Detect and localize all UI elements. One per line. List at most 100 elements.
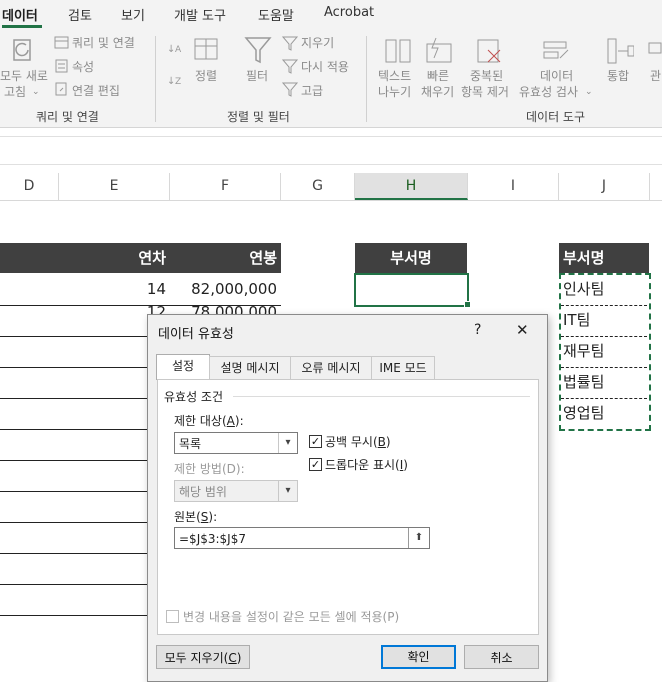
ignore-blank-label: 공백 무시(B) [325, 435, 391, 449]
close-icon[interactable]: ✕ [516, 321, 529, 339]
row-border [0, 615, 150, 616]
selected-cell-h3[interactable] [354, 273, 469, 307]
column-header-d[interactable]: D [0, 173, 59, 200]
row-border [0, 429, 150, 430]
data-validation-label1: 데이터 [540, 69, 574, 83]
row-border [0, 336, 150, 337]
consolidate-button[interactable]: 통합 [607, 68, 629, 84]
refresh-all-icon [13, 39, 31, 61]
row-border [0, 584, 150, 585]
cancel-button[interactable]: 취소 [464, 645, 539, 669]
column-header-e[interactable]: E [59, 173, 170, 200]
row-border [0, 522, 150, 523]
text-to-columns-icon [385, 39, 411, 63]
tab-error-alert[interactable]: 오류 메시지 [290, 356, 372, 379]
filter-icon [244, 37, 272, 64]
reapply-label: 다시 적용 [301, 60, 349, 74]
tab-acrobat[interactable]: Acrobat [324, 5, 374, 20]
data-method-value: 해당 범위 [179, 485, 227, 499]
column-header-f[interactable]: F [170, 173, 281, 200]
relationships-button[interactable]: 관 [650, 68, 661, 84]
row-border [0, 491, 150, 492]
tab-view[interactable]: 보기 [121, 5, 145, 24]
advanced-filter-label: 고급 [301, 84, 324, 98]
data-method-select: 해당 범위 ▾ [174, 480, 298, 502]
relationships-icon [648, 42, 662, 54]
edit-links-icon [55, 82, 67, 96]
row-border [0, 553, 150, 554]
remove-duplicates-label2: 항목 제거 [461, 85, 509, 99]
chevron-down-icon: ▾ [278, 433, 297, 453]
ok-button[interactable]: 확인 [381, 645, 456, 669]
tab-developer[interactable]: 개발 도구 [174, 5, 226, 24]
flash-fill-label2: 채우기 [421, 85, 455, 99]
column-header-i[interactable]: I [468, 173, 559, 200]
ignore-blank-checkbox[interactable]: ✓ [309, 435, 322, 448]
cell-salary-row1[interactable]: 82,000,000 [170, 274, 277, 305]
properties-icon [55, 59, 68, 73]
table-header-row: 연차 연봉 [0, 243, 281, 273]
dept-list-item[interactable]: 영업팀 [563, 398, 604, 429]
header-salary: 연봉 [249, 249, 277, 267]
column-header-h[interactable]: H [355, 173, 468, 200]
formula-bar[interactable] [0, 136, 662, 165]
data-validation-label2: 유효성 검사 [519, 85, 579, 99]
fill-handle[interactable] [464, 301, 471, 308]
dept-list-item[interactable]: 재무팀 [563, 336, 604, 367]
tab-settings[interactable]: 설정 [156, 354, 210, 380]
dept-list-item[interactable]: 법률팀 [563, 367, 604, 398]
remove-duplicates-label1: 중복된 [470, 69, 504, 83]
source-input[interactable]: =$J$3:$J$7 ⬆ [174, 527, 430, 549]
group-title-sort-filter: 정렬 및 필터 [227, 110, 290, 124]
chevron-down-icon: ⌄ [585, 87, 593, 97]
row-border [561, 398, 647, 399]
tab-data[interactable]: 데이터 [2, 5, 38, 24]
edit-links-label: 연결 편집 [72, 84, 120, 98]
filter-button[interactable]: 필터 [246, 68, 268, 84]
queries-icon [54, 36, 69, 49]
tab-help[interactable]: 도움말 [258, 5, 294, 24]
apply-all-checkbox [166, 610, 179, 623]
cell-year-row1[interactable]: 14 [0, 274, 166, 305]
header-year: 연차 [138, 249, 166, 267]
sort-icon[interactable] [193, 37, 221, 63]
text-to-columns-label2: 나누기 [378, 85, 412, 99]
chevron-down-icon: ⌄ [32, 87, 40, 97]
help-icon[interactable]: ? [474, 322, 481, 338]
queries-connections-label: 쿼리 및 연결 [72, 36, 135, 50]
dropdown-checkbox[interactable]: ✓ [309, 458, 322, 471]
dept-list-item[interactable]: 인사팀 [563, 274, 604, 305]
allow-value: 목록 [179, 437, 202, 451]
source-label: 원본(S): [174, 510, 218, 524]
row-border [561, 305, 647, 306]
group-title-queries: 쿼리 및 연결 [36, 110, 99, 124]
row-border [561, 336, 647, 337]
section-divider [233, 396, 530, 397]
collapse-dialog-icon[interactable]: ⬆ [408, 528, 429, 548]
group-separator [366, 36, 367, 122]
allow-select[interactable]: 목록 ▾ [174, 432, 298, 454]
consolidate-icon [607, 38, 634, 64]
tab-ime-mode[interactable]: IME 모드 [371, 356, 435, 379]
apply-all-label: 변경 내용을 설정이 같은 모든 셀에 적용(P) [183, 610, 400, 624]
tab-input-message[interactable]: 설명 메시지 [209, 356, 291, 379]
sort-label[interactable]: 정렬 [195, 68, 217, 84]
validation-criteria-heading: 유효성 조건 [164, 390, 224, 404]
dept-list-item[interactable]: IT팀 [563, 305, 590, 336]
source-value: =$J$3:$J$7 [179, 532, 246, 546]
remove-duplicates-icon [477, 39, 501, 63]
clear-all-button[interactable]: 모두 지우기(C) [156, 645, 250, 669]
tab-review[interactable]: 검토 [68, 5, 92, 24]
flash-fill-label1: 빠른 [427, 69, 450, 83]
advanced-filter-icon [282, 82, 299, 97]
settings-panel: 유효성 조건 제한 대상(A): 목록 ▾ ✓ 공백 무시(B) ✓ 드롭다운 … [157, 379, 539, 635]
row-border [0, 305, 281, 306]
svg-text:A: A [175, 45, 182, 55]
column-header-j[interactable]: J [559, 173, 650, 200]
refresh-all-label2: 고침 [4, 85, 27, 99]
reapply-icon [282, 59, 299, 74]
cell-year-row2[interactable]: 12 [0, 305, 166, 317]
column-header-g[interactable]: G [281, 173, 355, 200]
svg-text:Z: Z [175, 77, 181, 87]
flash-fill-icon [426, 37, 452, 63]
